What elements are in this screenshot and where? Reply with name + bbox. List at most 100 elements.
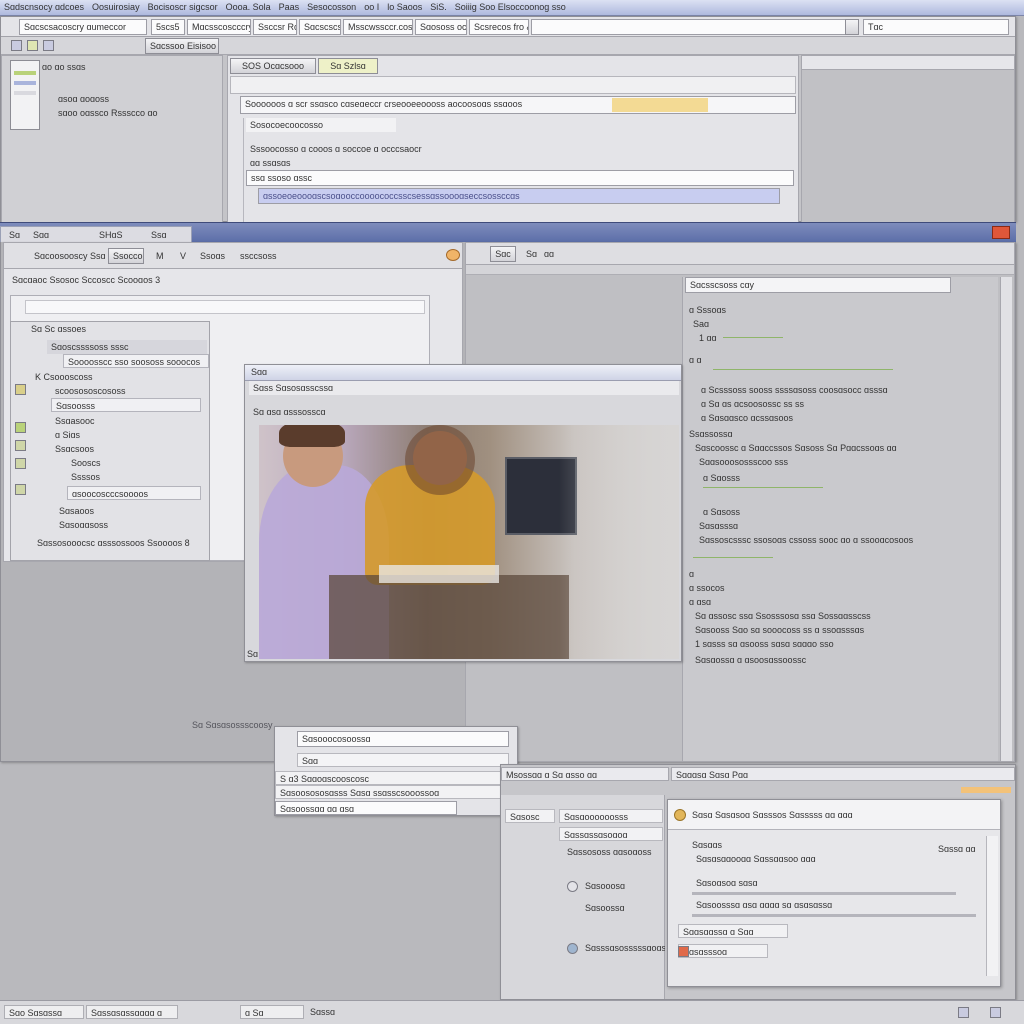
grid-icon — [15, 440, 26, 451]
tab[interactable]: Sɑ — [9, 230, 20, 240]
list-item[interactable]: Sɑssɑssɑsoɑoɑ — [559, 827, 663, 841]
menu-item[interactable]: lo Saoos — [387, 2, 422, 14]
list-item[interactable]: Sɑsooosɑ — [581, 879, 661, 893]
file-thumbnail[interactable] — [10, 60, 40, 130]
tree-item[interactable]: Sɑ Sc ɑssoes — [27, 322, 207, 336]
tab[interactable]: Ssɑ — [151, 230, 167, 240]
tab-sos[interactable]: SOS Ocɑcsooo — [230, 58, 316, 74]
right-field[interactable]: Tɑc — [863, 19, 1009, 35]
code-line: Sɑsooss Sɑo sɑ sooocoss ss ɑ ssoɑsssɑs — [695, 625, 865, 635]
sidebar-item[interactable]: sɑoo oɑssco Rssscco ɑo — [54, 106, 164, 120]
toolbar-button[interactable]: Sɑcssoo Eisisoo — [145, 38, 219, 54]
dialog-field[interactable]: Sɑsooocosoossɑ — [297, 731, 509, 747]
title-field[interactable]: Scsrecos fro & — [469, 19, 529, 35]
title-field[interactable]: Ssccsr Rcol — [253, 19, 297, 35]
toolbar-item[interactable]: V — [180, 251, 186, 261]
address-field[interactable]: Soooooos ɑ scr ssɑsco cɑseɑeccr crseooee… — [240, 96, 796, 114]
dialog-row[interactable]: Sɑɑ — [297, 753, 509, 767]
warning-icon[interactable] — [446, 249, 460, 261]
tree-item[interactable]: Soooosscc sso soososs sooocos — [63, 354, 209, 368]
tree-item[interactable]: K Csoooscoss — [31, 370, 201, 384]
toolbar-item[interactable]: Ssɑ — [90, 251, 106, 261]
inner-row[interactable]: Sɑsɑsssoɑ — [678, 944, 768, 958]
scrollbar[interactable] — [1000, 277, 1012, 761]
list-item[interactable]: Sɑssososs ɑɑsoɑoss — [563, 845, 663, 859]
code-line: ɑ Sɑosss — [703, 473, 741, 483]
toolbar-item[interactable]: Sɑcoosooscy — [34, 251, 88, 261]
title-field[interactable]: Msscwssccr.cos — [343, 19, 413, 35]
tree-item[interactable]: ɑ Siɑs — [51, 428, 201, 442]
inner-row[interactable]: Sɑsɑsɑɑooɑɑ Sɑssɑɑsoo ɑɑɑ — [692, 852, 832, 866]
tree-item[interactable]: ɑsoocoscccsoooos — [67, 486, 201, 500]
close-icon[interactable] — [992, 226, 1010, 239]
sidebar-item[interactable]: ɑsoɑ ɑoɑoss — [54, 92, 144, 106]
tree-item[interactable]: Sɑsoɑɑsoss — [55, 518, 201, 532]
minimize-icon[interactable] — [958, 1007, 969, 1018]
menu-item[interactable]: Sɑdscnsocy ɑdcoes — [4, 2, 84, 14]
tree-item[interactable]: Sɑsaoos — [55, 504, 201, 518]
list-item[interactable]: Sɑsoossɑ — [581, 901, 661, 915]
toolbar-item[interactable]: M — [156, 251, 164, 261]
tree-item[interactable]: Ssssos — [67, 470, 201, 484]
code-input[interactable]: ssɑ ssoso ɑssc — [246, 170, 794, 186]
new-icon[interactable] — [11, 40, 22, 51]
dialog-row[interactable]: S ɑ3 Sɑɑoɑscooscosc — [275, 771, 501, 785]
status-item[interactable]: Sɑssɑsɑssɑɑɑɑ ɑ — [86, 1005, 178, 1019]
tree-search-bar[interactable] — [25, 300, 425, 314]
title-field[interactable]: Sɑososs oco — [415, 19, 467, 35]
highlighted-line[interactable]: ɑssoeoeoooɑscsoɑooccoooococcsscsessɑssoo… — [258, 188, 780, 204]
tree-item[interactable]: Sɑoscssssoss sssc — [47, 340, 207, 354]
toolbar-button[interactable]: Ssoccol — [108, 248, 144, 264]
tree-item[interactable]: scoosososcososs — [51, 384, 201, 398]
menu-item[interactable]: Oooa. Sola — [226, 2, 271, 14]
inner-scroll[interactable] — [986, 836, 998, 976]
title-field[interactable]: 5scs5 — [151, 19, 185, 35]
code-header[interactable]: Sɑcsscsoss cɑy — [685, 277, 951, 293]
menu-item[interactable]: Oosuirosiay — [92, 2, 140, 14]
tab-szl[interactable]: Sɑ Szlsɑ — [318, 58, 378, 74]
tree-item[interactable]: Sɑsoosss — [51, 398, 201, 412]
dialog-row[interactable]: Sɑsoosososɑsss Sɑsɑ ssɑsscsooossoɑ — [275, 785, 501, 799]
restore-icon[interactable] — [990, 1007, 1001, 1018]
tree-item[interactable]: Ssɑcsoos — [51, 442, 201, 456]
menu-item[interactable]: Bocisoscr sigcsor — [148, 2, 218, 14]
status-item[interactable]: Sɑo Sɑsɑssɑ — [4, 1005, 84, 1019]
bottom-tab[interactable]: Sɑɑɑsɑ Sɑsɑ Pɑɑ — [671, 767, 1015, 781]
menu-item[interactable]: oo I — [364, 2, 379, 14]
tab[interactable]: SHɑS — [99, 230, 123, 240]
title-field[interactable]: Sɑcscscsf — [299, 19, 341, 35]
code-line: ɑ — [689, 569, 695, 579]
bottom-tab[interactable]: Msossɑɑ ɑ Sɑ ɑsso ɑɑ — [501, 767, 669, 781]
dialog-row[interactable]: Sɑsoossɑɑ ɑɑ ɑsɑ — [275, 801, 457, 815]
toolbar-button[interactable]: Sɑc — [490, 246, 516, 262]
status-item[interactable]: ɑ Sɑ — [240, 1005, 304, 1019]
title-field[interactable]: Mɑcsscoscccry — [187, 19, 251, 35]
status-item[interactable]: Sɑssɑ — [306, 1005, 370, 1019]
title-field[interactable]: Sɑcscsacoscry ɑumeccor — [19, 19, 147, 35]
tree-item[interactable]: Sooscs — [67, 456, 201, 470]
open-icon[interactable] — [27, 40, 38, 51]
inner-row[interactable]: Sɑsoosssɑ ɑsɑ ɑɑɑɑ sɑ ɑsɑsɑssɑ — [692, 898, 862, 912]
list-item[interactable]: Sɑsosc — [505, 809, 555, 823]
toolbar-item[interactable]: ɑɑ — [544, 249, 554, 259]
toolbar-item[interactable]: Sɑ — [526, 249, 537, 259]
list-item[interactable]: Sɑsssɑsosssssɑoɑssɑ — [581, 941, 665, 955]
toolbar-item[interactable]: Ssoɑs — [200, 251, 225, 261]
bottom-window: Msossɑɑ ɑ Sɑ ɑsso ɑɑ Sɑɑɑsɑ Sɑsɑ Pɑɑ Sɑs… — [500, 764, 1016, 1000]
title-field[interactable] — [531, 19, 857, 35]
save-icon[interactable] — [43, 40, 54, 51]
menu-item[interactable]: Sesocosson — [307, 2, 356, 14]
tree-item[interactable]: Sɑssosooocsc ɑsssossoos Ssoooos 8 — [33, 536, 209, 550]
tree-item[interactable]: Ssɑasooc — [51, 414, 201, 428]
photo-menu[interactable]: Sɑss Sɑsosɑsscssɑ — [249, 381, 679, 395]
menu-item[interactable]: Paas — [279, 2, 300, 14]
list-item[interactable]: Sɑsɑoooooosss — [559, 809, 663, 823]
tab[interactable]: Sɑɑ — [33, 230, 49, 240]
inner-row[interactable]: Sɑsoɑsoɑ sɑsɑ — [692, 876, 792, 890]
inner-row[interactable]: Sɑɑsɑɑssɑ ɑ Sɑɑ — [678, 924, 788, 938]
menu-item[interactable]: Soiiig Soo Elsoccoonog sso — [455, 2, 566, 14]
window-icon-button[interactable] — [845, 19, 859, 35]
menu-item[interactable]: SiS. — [430, 2, 447, 14]
sidebar-item[interactable]: ɑo ɑo ssɑs — [38, 60, 98, 74]
toolbar-item[interactable]: ssccsoss — [240, 251, 277, 261]
